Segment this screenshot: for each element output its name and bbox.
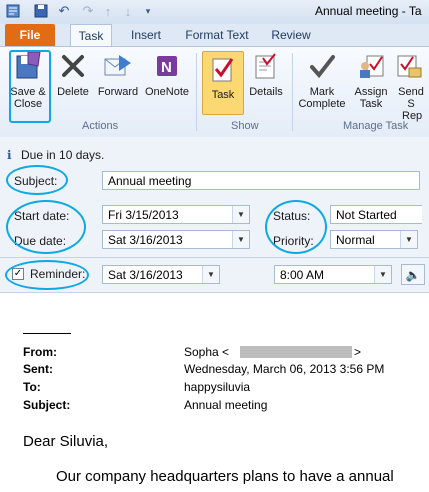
reminder-date-value: Sat 3/16/2013 [108, 268, 183, 282]
down-arrow-icon[interactable]: ↓ [120, 3, 136, 19]
start-date-dropdown-icon[interactable]: ▼ [232, 206, 249, 223]
assign-task-label-1: Assign [354, 86, 388, 98]
message-body[interactable]: From: Sopha < > Sent: Wednesday, March 0… [0, 292, 429, 492]
assign-task-icon [356, 49, 386, 83]
from-value: Sopha < [184, 345, 230, 359]
onenote-label: OneNote [144, 86, 190, 98]
reminder-sound-icon[interactable]: 🔈 [401, 264, 425, 285]
tab-file[interactable]: File [5, 24, 55, 46]
greeting-text: Dear Siluvia, [23, 433, 109, 450]
due-info-text: Due in 10 days. [21, 148, 105, 162]
customize-qat-icon[interactable]: ▾ [140, 3, 156, 19]
ribbon-separator [292, 53, 293, 131]
ribbon-tabs: File Task Insert Format Text Review [0, 24, 429, 46]
start-date-field[interactable]: Fri 3/15/2013 ▼ [102, 205, 250, 224]
subject-input[interactable]: Annual meeting [102, 171, 420, 190]
delete-icon [58, 49, 88, 83]
priority-value: Normal [336, 233, 375, 247]
title-bar: ↶ ↷ ↑ ↓ ▾ Annual meeting - Ta [0, 0, 429, 25]
details-button[interactable]: Details [246, 49, 286, 98]
send-status-icon [394, 49, 424, 83]
info-icon: ℹ [7, 148, 12, 162]
mark-complete-label-1: Mark [309, 86, 335, 98]
delete-button[interactable]: Delete [54, 49, 92, 98]
tab-review[interactable]: Review [268, 24, 314, 46]
due-date-dropdown-icon[interactable]: ▼ [232, 231, 249, 248]
sent-label: Sent: [23, 362, 53, 376]
status-select[interactable]: Not Started [330, 205, 422, 224]
group-show-label: Show [231, 120, 259, 132]
to-label: To: [23, 380, 41, 394]
save-close-highlight [9, 50, 51, 123]
tab-insert[interactable]: Insert [124, 24, 168, 46]
priority-select[interactable]: Normal ▼ [330, 230, 418, 249]
outlook-icon [5, 3, 21, 19]
to-value: happysiluvia [184, 380, 251, 394]
due-date-value: Sat 3/16/2013 [108, 233, 183, 247]
redacted-email [240, 346, 352, 358]
status-priority-highlight [265, 200, 327, 254]
group-actions-label: Actions [82, 120, 119, 132]
priority-dropdown-icon[interactable]: ▼ [400, 231, 417, 248]
sent-value: Wednesday, March 06, 2013 3:56 PM [184, 362, 385, 376]
checkmark-icon [307, 49, 337, 83]
status-value: Not Started [336, 208, 397, 222]
assign-task-label-2: Task [359, 98, 383, 110]
due-date-field[interactable]: Sat 3/16/2013 ▼ [102, 230, 250, 249]
save-icon[interactable] [33, 3, 49, 19]
mark-complete-label-2: Complete [298, 98, 346, 110]
message-subject-label: Subject: [23, 398, 71, 412]
start-date-value: Fri 3/15/2013 [108, 208, 179, 222]
reminder-date-dropdown-icon[interactable]: ▼ [202, 266, 219, 283]
reminder-date-field[interactable]: Sat 3/16/2013 ▼ [102, 265, 220, 284]
details-label: Details [249, 86, 283, 98]
undo-icon[interactable]: ↶ [56, 3, 72, 19]
reminder-time-field[interactable]: 8:00 AM ▼ [274, 265, 392, 284]
body-line-1: Our company headquarters plans to have a… [56, 468, 394, 485]
assign-task-button[interactable]: Assign Task [350, 49, 392, 110]
from-label: From: [23, 345, 57, 359]
ribbon-separator [196, 53, 197, 131]
tab-format-text[interactable]: Format Text [180, 24, 254, 46]
reminder-highlight [5, 260, 89, 290]
window-title: Annual meeting - Ta [315, 4, 422, 18]
task-view-label: Task [211, 89, 235, 101]
tab-task[interactable]: Task [70, 24, 112, 46]
from-end: > [354, 345, 362, 359]
delete-label: Delete [57, 86, 89, 98]
redo-icon[interactable]: ↷ [80, 3, 96, 19]
mark-complete-button[interactable]: Mark Complete [296, 49, 348, 110]
task-view-button[interactable]: Task [202, 51, 244, 115]
signature-rule [23, 333, 71, 334]
onenote-button[interactable]: N OneNote [143, 49, 191, 98]
forward-label: Forward [97, 86, 139, 98]
task-form: ℹ Due in 10 days. Subject: Annual meetin… [0, 137, 429, 292]
form-divider [0, 257, 429, 258]
reminder-time-value: 8:00 AM [280, 268, 325, 282]
send-status-report-button[interactable]: Send S Rep [394, 49, 428, 122]
onenote-icon: N [152, 49, 182, 83]
group-manage-task-label: Manage Task [343, 120, 409, 132]
dates-highlight [6, 200, 86, 254]
svg-text:N: N [161, 59, 172, 76]
send-status-label-1: Send S [398, 86, 424, 110]
forward-icon [103, 49, 133, 83]
task-icon [208, 52, 238, 86]
reminder-time-dropdown-icon[interactable]: ▼ [374, 266, 391, 283]
ribbon: Save & Close Delete Forward N OneNote Ta… [0, 46, 429, 138]
subject-highlight [6, 165, 68, 195]
up-arrow-icon[interactable]: ↑ [100, 3, 116, 19]
forward-button[interactable]: Forward [95, 49, 141, 98]
details-icon [251, 49, 281, 83]
message-subject-value: Annual meeting [184, 398, 268, 412]
